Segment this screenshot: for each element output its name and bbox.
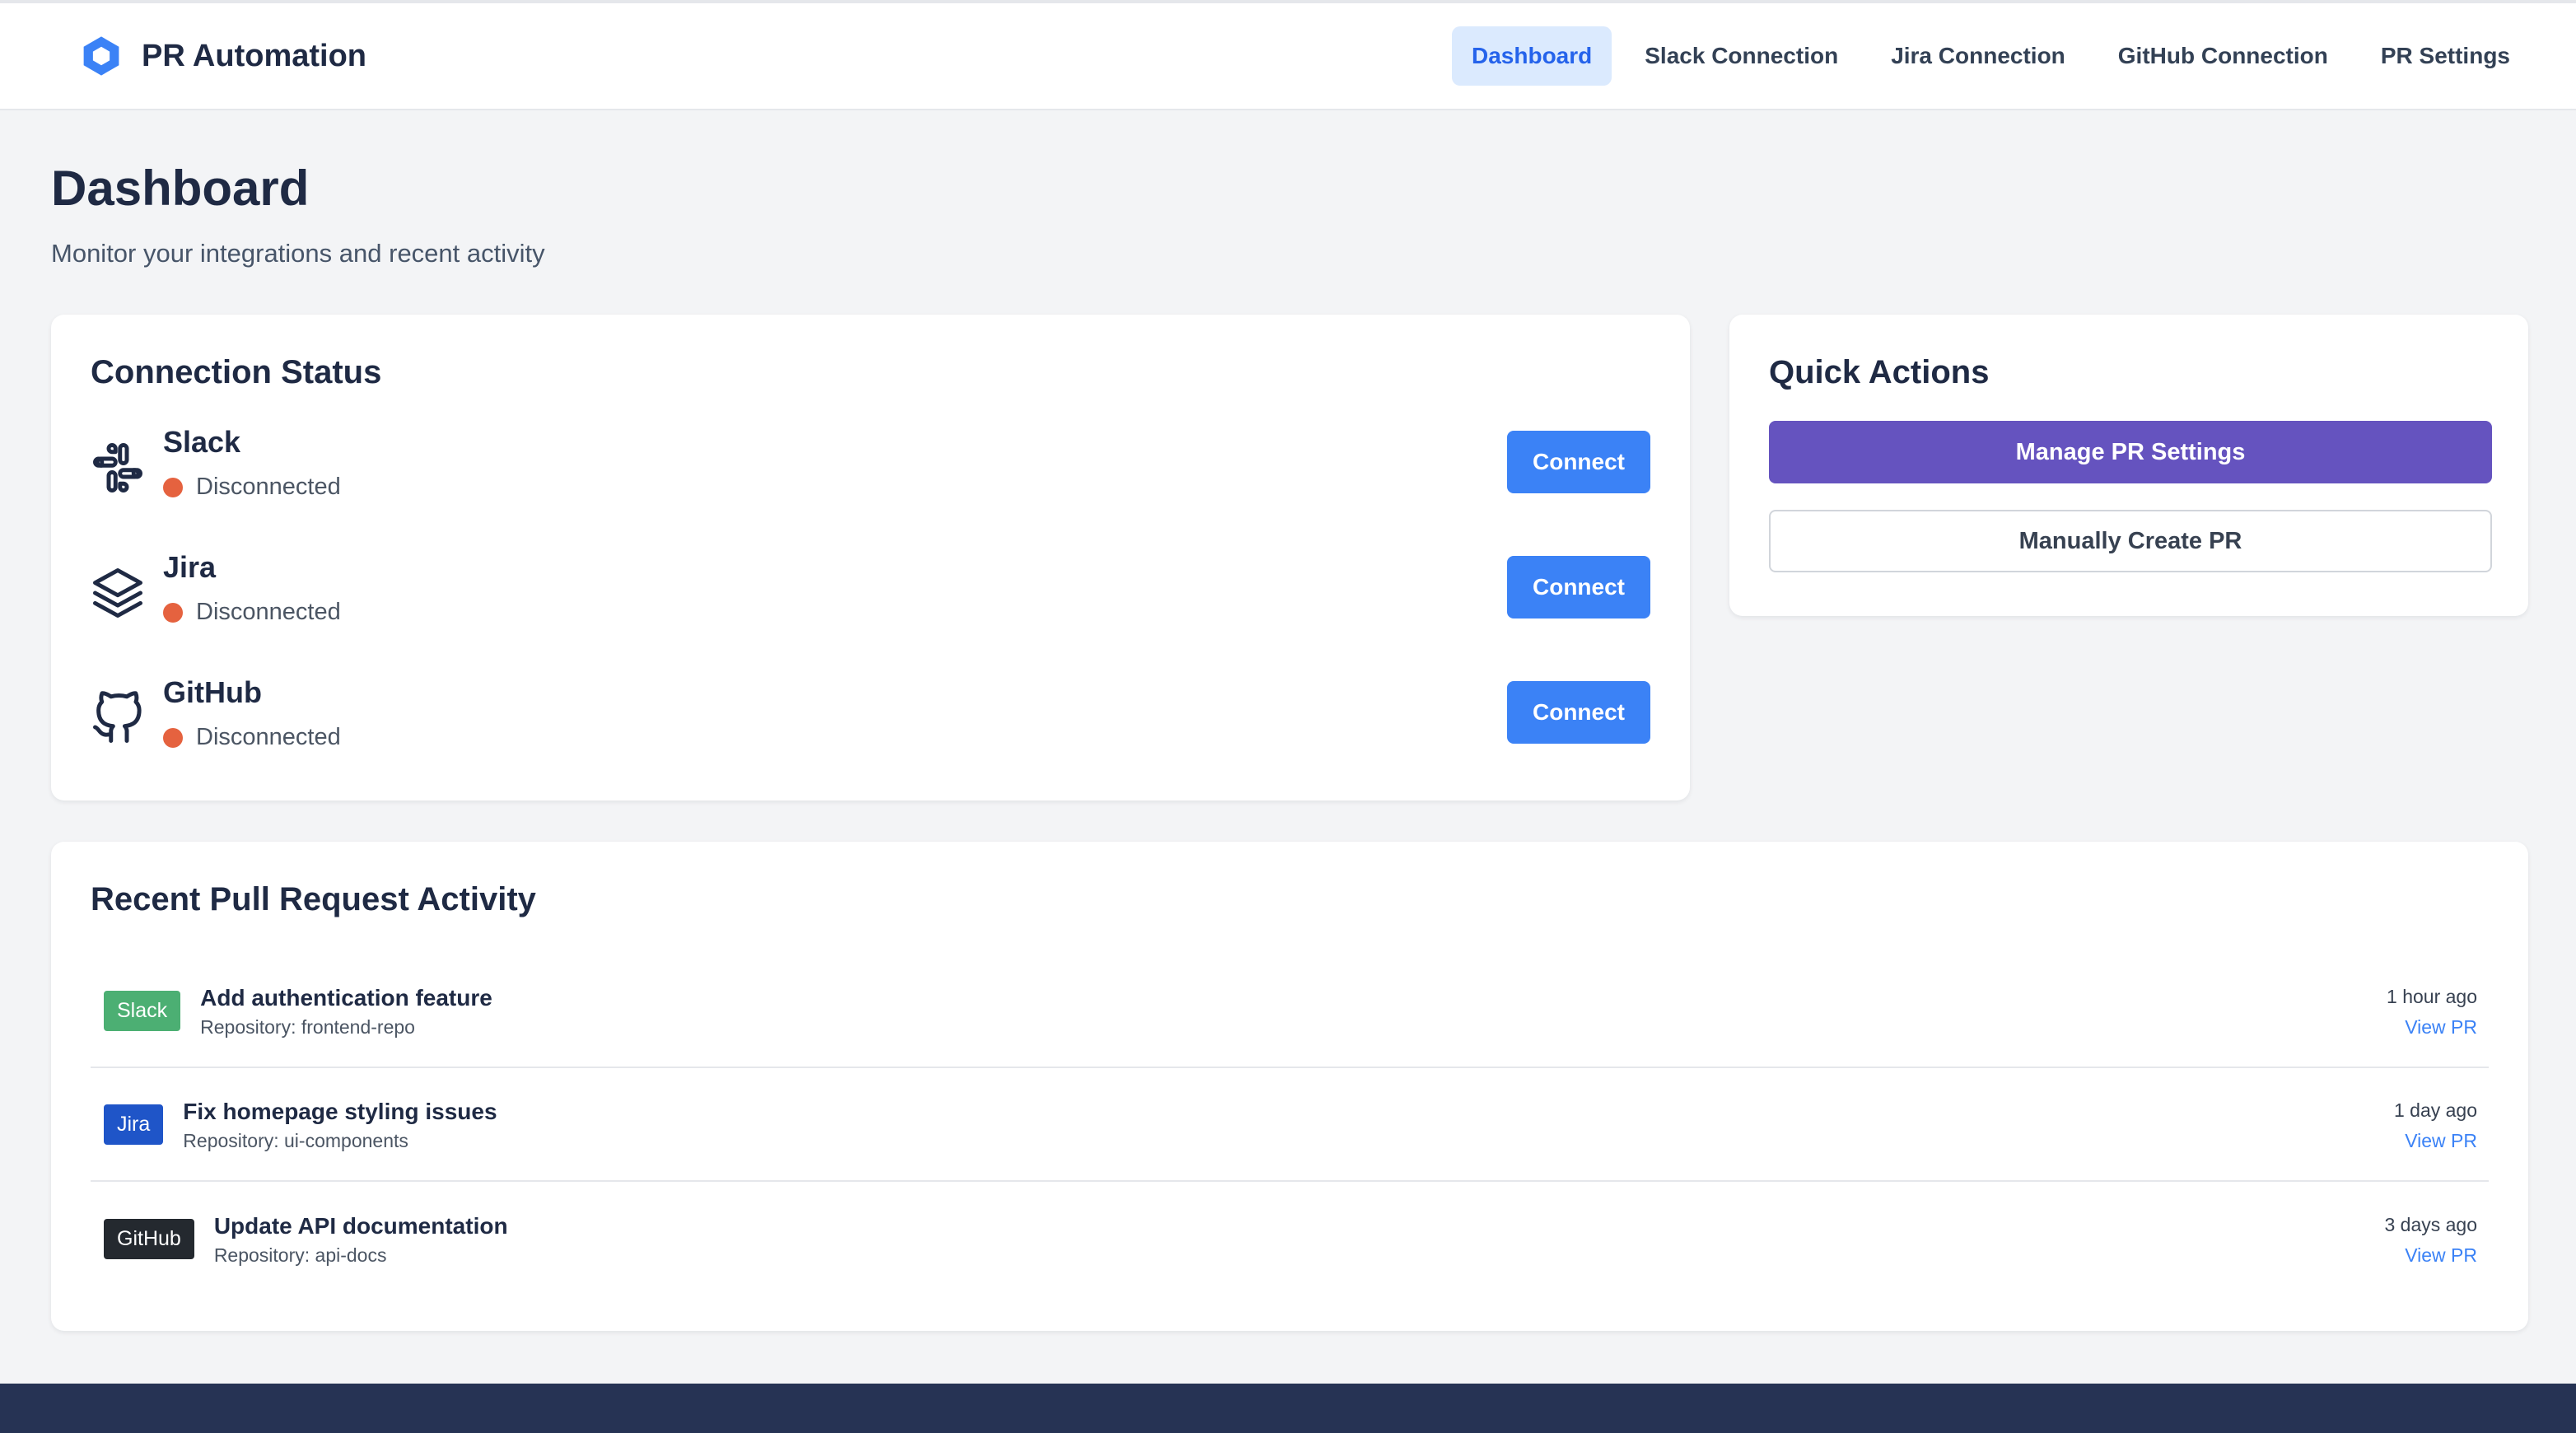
connection-name: Slack (163, 425, 241, 459)
slack-icon (93, 443, 142, 492)
layers-icon (93, 568, 142, 618)
nav-pr-settings[interactable]: PR Settings (2361, 26, 2530, 86)
pr-title: Add authentication feature (200, 984, 492, 1011)
connection-row-github: GitHub Disconnected Connect (91, 674, 1650, 800)
activity-row: Slack Add authentication feature Reposit… (91, 955, 2489, 1068)
top-navbar: PR Automation Dashboard Slack Connection… (0, 0, 2576, 110)
view-pr-link[interactable]: View PR (2387, 1016, 2477, 1039)
connection-status-title: Connection Status (91, 354, 382, 390)
status-text: Disconnected (196, 724, 341, 750)
brand[interactable]: PR Automation (79, 34, 366, 78)
connection-name: Jira (163, 550, 217, 584)
connection-row-jira: Jira Disconnected Connect (91, 549, 1650, 674)
activity-list: Slack Add authentication feature Reposit… (91, 955, 2489, 1295)
manage-pr-settings-button[interactable]: Manage PR Settings (1769, 421, 2492, 483)
recent-activity-card: Recent Pull Request Activity Slack Add a… (51, 842, 2528, 1331)
connection-status: Disconnected (163, 474, 341, 501)
quick-actions-card: Quick Actions Manage PR Settings Manuall… (1729, 315, 2528, 616)
source-badge-slack: Slack (104, 990, 181, 1031)
footer (0, 1384, 2576, 1433)
pr-repository: Repository: ui-components (183, 1129, 408, 1151)
connection-status: Disconnected (163, 599, 341, 626)
quick-actions-title: Quick Actions (1769, 354, 1990, 390)
connection-row-slack: Slack Disconnected Connect (91, 424, 1650, 549)
activity-row: Jira Fix homepage styling issues Reposit… (91, 1068, 2489, 1182)
github-icon (93, 691, 142, 743)
view-pr-link[interactable]: View PR (2394, 1130, 2477, 1152)
connect-github-button[interactable]: Connect (1507, 681, 1650, 744)
nav-jira-connection[interactable]: Jira Connection (1871, 26, 2085, 86)
brand-name: PR Automation (142, 38, 367, 73)
nav-github-connection[interactable]: GitHub Connection (2098, 26, 2348, 86)
pr-repository: Repository: api-docs (213, 1244, 387, 1266)
pr-timestamp: 1 hour ago (2387, 985, 2477, 1007)
pr-repository: Repository: frontend-repo (200, 1015, 415, 1038)
status-text: Disconnected (196, 474, 341, 500)
nav-dashboard[interactable]: Dashboard (1452, 26, 1612, 86)
pr-timestamp: 1 day ago (2393, 1099, 2477, 1121)
page-subtitle: Monitor your integrations and recent act… (51, 239, 545, 268)
source-badge-jira: Jira (104, 1104, 164, 1145)
connect-slack-button[interactable]: Connect (1507, 431, 1650, 493)
pr-timestamp: 3 days ago (2384, 1213, 2477, 1235)
activity-row: GitHub Update API documentation Reposito… (91, 1182, 2489, 1295)
connection-status-card: Connection Status Slack Disconnected Con… (51, 315, 1690, 801)
status-dot-icon (163, 727, 183, 748)
connection-status: Disconnected (163, 724, 341, 751)
status-dot-icon (163, 477, 183, 497)
pr-title: Fix homepage styling issues (183, 1098, 497, 1124)
status-dot-icon (163, 602, 183, 623)
status-text: Disconnected (196, 599, 341, 625)
pr-title: Update API documentation (213, 1212, 508, 1239)
hexagon-logo-icon (83, 36, 119, 76)
manually-create-pr-button[interactable]: Manually Create PR (1769, 510, 2492, 572)
main-nav: Dashboard Slack Connection Jira Connecti… (1452, 26, 2530, 86)
connect-jira-button[interactable]: Connect (1507, 556, 1650, 618)
page-title: Dashboard (51, 161, 310, 216)
recent-activity-title: Recent Pull Request Activity (91, 881, 536, 917)
connection-list: Slack Disconnected Connect Jira Disconne… (91, 424, 1650, 800)
source-badge-github: GitHub (104, 1218, 194, 1259)
view-pr-link[interactable]: View PR (2384, 1244, 2477, 1267)
connection-name: GitHub (163, 675, 262, 709)
nav-slack-connection[interactable]: Slack Connection (1625, 26, 1858, 86)
